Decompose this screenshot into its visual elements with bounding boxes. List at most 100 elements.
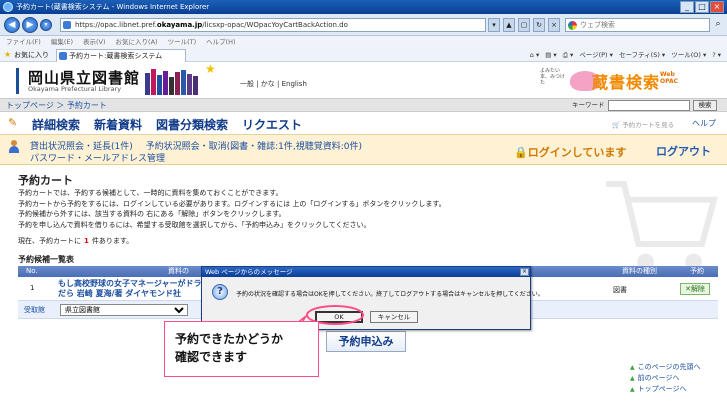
- library-name-en: Okayama Prefectural Library: [28, 85, 122, 93]
- nav-advanced-search[interactable]: 詳細検索: [32, 116, 80, 133]
- safety-menu[interactable]: セーフティ(S) ▾: [619, 48, 665, 62]
- remove-button[interactable]: ✕解除: [680, 283, 710, 295]
- window-titlebar: 予約カート(蔵書検索システム - Windows Internet Explor…: [0, 0, 727, 14]
- minimize-icon[interactable]: _: [680, 1, 694, 13]
- pickup-label: 受取館: [24, 306, 45, 314]
- url-domain: okayama.jp: [156, 21, 203, 29]
- col-no: No.: [26, 267, 38, 275]
- command-bar: ⌂ ▾ ▤ ▾ ⎙ ▾ ページ(P) ▾ セーフティ(S) ▾ ツール(O) ▾…: [530, 48, 721, 62]
- keyword-search-button[interactable]: 検索: [693, 100, 717, 111]
- logout-link[interactable]: ログアウト: [656, 143, 711, 159]
- web-opac-label: Web OPAC: [660, 71, 678, 85]
- back-arrow-icon[interactable]: ◀: [4, 17, 20, 33]
- refresh-icon[interactable]: ↻: [533, 18, 545, 32]
- home-icon[interactable]: ⌂ ▾: [530, 48, 539, 62]
- address-icons: ▾ ▲ ▢ ↻ ×: [488, 18, 560, 32]
- stop-icon[interactable]: ×: [548, 18, 560, 32]
- pickup-library-select[interactable]: 県立図書館: [60, 304, 188, 316]
- keyword-label: キーワード: [572, 101, 605, 109]
- close-icon[interactable]: ×: [710, 1, 724, 13]
- favorites-bar: お気に入り 予約カート:蔵書検索システム ⌂ ▾ ▤ ▾ ⎙ ▾ ページ(P) …: [0, 48, 727, 62]
- breadcrumb-bar: トップページ ＞ 予約カート キーワード 検索: [0, 98, 727, 112]
- ie-icon: [3, 2, 13, 12]
- nav-classification-search[interactable]: 図書分類検索: [156, 116, 228, 133]
- top-page-link[interactable]: トップページへ: [630, 384, 701, 395]
- page-menu[interactable]: ページ(P) ▾: [579, 48, 613, 62]
- login-status: 🔒ログインしています: [514, 146, 627, 159]
- col-reserve: 予約: [690, 267, 704, 275]
- menu-edit[interactable]: 編集(E): [51, 36, 73, 48]
- dialog-message: 予約の状況を確認する場合はOKを押してください。終了してログアウトする場合はキャ…: [236, 291, 544, 298]
- count-value: 1: [84, 237, 89, 245]
- nav-new-arrivals[interactable]: 新着資料: [94, 116, 142, 133]
- cart-count: 現在、予約カートに 1 件あります。: [18, 236, 133, 246]
- view-cart-label: 予約カートを見る: [622, 121, 675, 129]
- language-links[interactable]: 一般 | かな | English: [240, 79, 307, 89]
- menu-bar: ファイル(F) 編集(E) 表示(V) お気に入り(A) ツール(T) ヘルプ(…: [0, 36, 727, 48]
- previous-page-link[interactable]: 前のページへ: [630, 373, 701, 384]
- forward-arrow-icon[interactable]: ▶: [22, 17, 38, 33]
- question-icon: ?: [212, 284, 228, 300]
- url-field[interactable]: https://opac.libnet.pref.okayama.jp/lics…: [60, 18, 486, 32]
- menu-help[interactable]: ヘルプ(H): [206, 36, 235, 48]
- tools-menu[interactable]: ツール(O) ▾: [671, 48, 706, 62]
- description: 予約カートでは、予約する候補として、一時的に資料を集めておくことができます。 予…: [18, 188, 446, 230]
- web-page: 岡山県立図書館 Okayama Prefectural Library ★ 一般…: [0, 62, 727, 405]
- count-prefix: 現在、予約カートに: [18, 237, 81, 245]
- dropdown-icon[interactable]: ▾: [488, 18, 500, 32]
- menu-view[interactable]: 表示(V): [83, 36, 106, 48]
- description-line: 予約候補から外すには、該当する資料の 右にある「解除」ボタンをクリックします。: [18, 210, 286, 218]
- footer-links: このページの先頭へ 前のページへ トップページへ: [630, 362, 701, 395]
- books-logo-icon: [145, 69, 198, 95]
- list-title: 予約候補一覧表: [18, 255, 74, 264]
- description-line: 予約カートでは、予約する候補として、一時的に資料を集めておくことができます。: [18, 189, 283, 197]
- tagline: よみたい本、みつけた: [540, 68, 566, 86]
- apply-reservation-button[interactable]: 予約申込み: [326, 331, 406, 352]
- view-cart-link[interactable]: 🛒 予約カートを見る: [612, 119, 674, 129]
- feeds-icon[interactable]: ▤ ▾: [545, 48, 556, 62]
- keyword-input[interactable]: [608, 100, 690, 111]
- row-no: 1: [30, 284, 35, 292]
- search-logo-text: 蔵書検索: [592, 73, 661, 92]
- url-prefix: https://opac.libnet.pref.: [75, 21, 157, 29]
- browser-tab[interactable]: 予約カート:蔵書検索システム: [56, 49, 186, 62]
- reservation-status-link[interactable]: 予約状況照会・取消(図書・雑誌:1件,視聴覚資料:0件): [146, 142, 362, 152]
- description-line: 予約カートから予約をするには、ログインしている必要があります。ログインするには …: [18, 199, 446, 208]
- page-top-link[interactable]: このページの先頭へ: [630, 362, 701, 373]
- col-name: 資料の: [168, 267, 189, 275]
- remove-label: 解除: [690, 285, 705, 293]
- help-link[interactable]: ヘルプ: [692, 118, 716, 129]
- url-suffix: /licsxp-opac/WOpacYoyCartBackAction.do: [202, 21, 348, 29]
- search-icon[interactable]: ⌕: [712, 18, 724, 32]
- dialog-title: Web ページからのメッセージ: [202, 267, 530, 277]
- user-nav: 貸出状況照会・延長(1件) 予約状況照会・取消(図書・雑誌:1件,視聴覚資料:0…: [0, 135, 727, 165]
- pencil-icon: ✎: [8, 116, 18, 129]
- help-icon[interactable]: ? ▾: [712, 48, 721, 62]
- menu-file[interactable]: ファイル(F): [6, 36, 41, 48]
- row-type: 図書: [613, 286, 627, 294]
- col-type: 資料の種別: [622, 267, 657, 275]
- star-icon: ★: [205, 62, 216, 76]
- site-header: 岡山県立図書館 Okayama Prefectural Library ★ 一般…: [0, 62, 727, 98]
- count-suffix: 件あります。: [91, 237, 134, 245]
- maximize-icon[interactable]: □: [695, 1, 709, 13]
- compat-icon[interactable]: ▢: [518, 18, 530, 32]
- nav-request[interactable]: リクエスト: [242, 116, 302, 133]
- dialog-close-icon[interactable]: ×: [520, 268, 529, 276]
- recent-pages-icon[interactable]: ▾: [40, 19, 52, 31]
- window-title: 予約カート(蔵書検索システム - Windows Internet Explor…: [16, 3, 210, 11]
- search-engine-icon: [568, 21, 577, 30]
- logo-accent-bar: [16, 68, 19, 94]
- lock-icon[interactable]: ▲: [503, 18, 515, 32]
- menu-tools[interactable]: ツール(T): [168, 36, 197, 48]
- password-link[interactable]: パスワード・メールアドレス管理: [30, 151, 165, 164]
- callout-line: 確認できます: [175, 350, 248, 364]
- menu-favorites[interactable]: お気に入り(A): [116, 36, 158, 48]
- print-icon[interactable]: ⎙ ▾: [563, 48, 574, 62]
- web-search-input[interactable]: ウェブ検索: [565, 18, 710, 32]
- cancel-button[interactable]: キャンセル: [370, 311, 418, 323]
- address-bar: ◀ ▶ ▾ https://opac.libnet.pref.okayama.j…: [0, 14, 727, 36]
- callout-box: 予約できたかどうか 確認できます: [164, 321, 319, 377]
- favorites-button[interactable]: お気に入り: [4, 48, 49, 62]
- breadcrumb[interactable]: トップページ ＞ 予約カート: [6, 99, 107, 112]
